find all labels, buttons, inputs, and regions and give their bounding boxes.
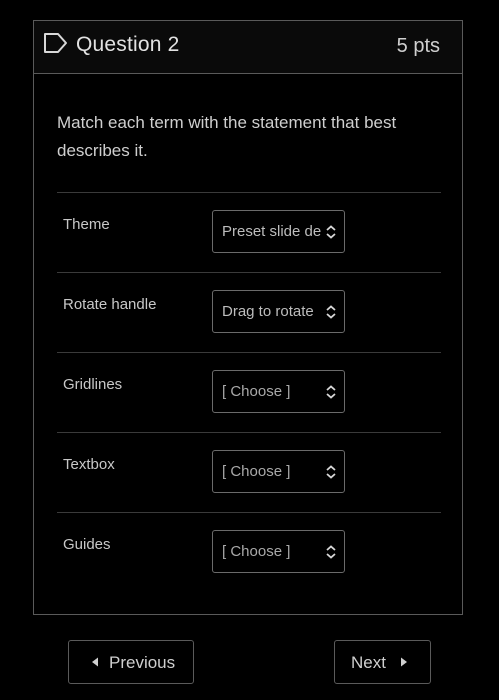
- select-value: [ Choose ]: [222, 463, 291, 480]
- up-down-chevron-icon: [326, 545, 336, 559]
- match-row-rotate-handle: Rotate handle Drag to rotate: [57, 272, 441, 352]
- match-row-theme: Theme Preset slide de: [57, 192, 441, 272]
- triangle-left-icon: [92, 657, 98, 667]
- flag-question-icon[interactable]: [43, 32, 69, 54]
- question-points: 5 pts: [396, 35, 440, 57]
- match-row-guides: Guides [ Choose ]: [57, 512, 441, 592]
- term-label: Theme: [63, 216, 110, 233]
- up-down-chevron-icon: [326, 465, 336, 479]
- triangle-right-icon: [401, 657, 407, 667]
- match-list: Theme Preset slide de Rotate handle Drag…: [57, 192, 441, 592]
- question-header: Question 2 5 pts: [34, 21, 462, 74]
- next-button[interactable]: Next: [334, 640, 431, 684]
- answer-select-gridlines[interactable]: [ Choose ]: [212, 370, 345, 413]
- previous-button[interactable]: Previous: [68, 640, 194, 684]
- select-value: Preset slide de: [222, 223, 321, 240]
- answer-select-guides[interactable]: [ Choose ]: [212, 530, 345, 573]
- question-card: Question 2 5 pts Match each term with th…: [33, 20, 463, 615]
- select-value: [ Choose ]: [222, 543, 291, 560]
- quiz-page: Question 2 5 pts Match each term with th…: [0, 0, 499, 700]
- term-label: Guides: [63, 536, 111, 553]
- answer-select-theme[interactable]: Preset slide de: [212, 210, 345, 253]
- term-label: Textbox: [63, 456, 115, 473]
- next-label: Next: [351, 653, 386, 672]
- term-label: Gridlines: [63, 376, 123, 393]
- term-label: Rotate handle: [63, 296, 157, 313]
- up-down-chevron-icon: [326, 305, 336, 319]
- select-value: [ Choose ]: [222, 383, 291, 400]
- match-row-gridlines: Gridlines [ Choose ]: [57, 352, 441, 432]
- answer-select-textbox[interactable]: [ Choose ]: [212, 450, 345, 493]
- select-value: Drag to rotate: [222, 303, 314, 320]
- up-down-chevron-icon: [326, 385, 336, 399]
- question-prompt: Match each term with the statement that …: [57, 113, 397, 160]
- up-down-chevron-icon: [326, 225, 336, 239]
- match-row-textbox: Textbox [ Choose ]: [57, 432, 441, 512]
- question-title: Question 2: [76, 33, 180, 56]
- answer-select-rotate-handle[interactable]: Drag to rotate: [212, 290, 345, 333]
- previous-label: Previous: [109, 653, 176, 672]
